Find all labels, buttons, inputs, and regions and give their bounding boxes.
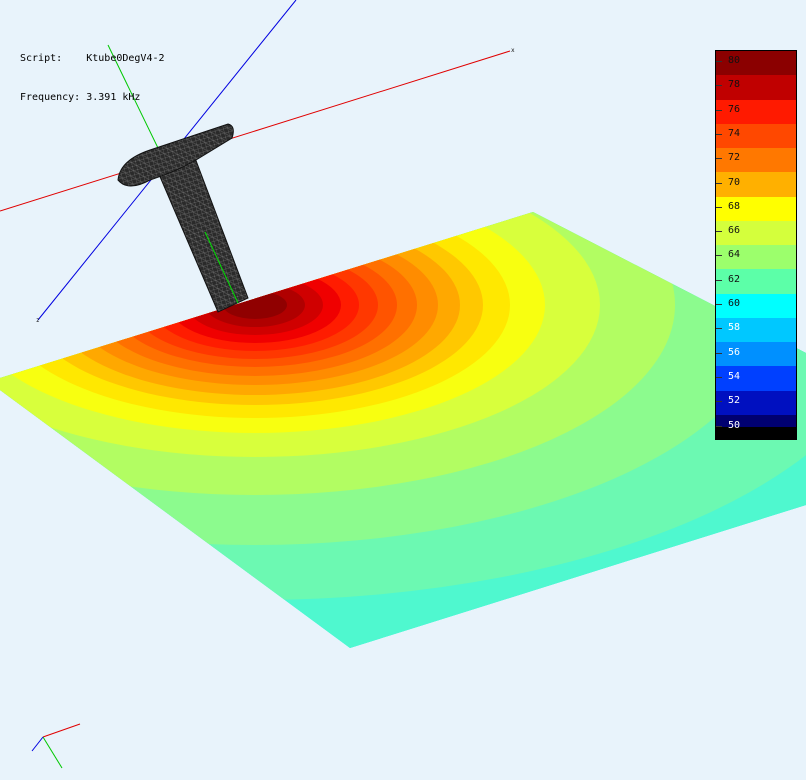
colorbar-tick [716,401,722,403]
colorbar-tick [716,158,722,160]
axis-label-z: z [36,317,40,324]
colorbar-tick [716,133,722,135]
colorbar-tick [716,255,722,257]
colorbar-label: 72 [728,152,741,164]
colorbar-label: 62 [728,273,741,285]
colorbar-label: 80 [728,55,741,66]
colorbar-label: 68 [728,200,741,212]
colorbar-tick [716,61,722,62]
colorbar-label: 66 [728,225,741,237]
script-label: Script: [20,53,63,64]
colorbar-label: 58 [728,322,741,334]
colorbar-legend: 80 78 76 74 72 70 68 66 64 62 60 58 56 54 52 50 [715,50,797,440]
frequency-row: Frequency: 3.391 kHz [20,91,165,104]
colorbar-tick [716,231,722,233]
info-overlay: Script: Ktube0DegV4-2 Frequency: 3.391 k… [20,26,165,130]
tube-model[interactable] [117,123,249,313]
colorbar-tick [716,425,722,427]
colorbar-tick [716,182,722,184]
colorbar-tick [716,376,722,378]
colorbar-tick [716,109,722,111]
frequency-label: Frequency: [20,92,81,103]
colorbar-label: 52 [728,395,741,407]
colorbar-tick [716,206,722,208]
colorbar-label: 78 [728,79,741,91]
colorbar-label: 76 [728,103,741,115]
colorbar-label: 54 [728,370,741,382]
colorbar-label: 56 [728,346,741,358]
colorbar-tick [716,304,722,305]
colorbar-tick [716,85,722,87]
axis-label-x: x [511,47,515,54]
colorbar-bands: 80 78 76 74 72 70 68 66 64 62 60 58 56 54 52 50 [716,51,796,439]
colorbar-tick [716,352,722,354]
3d-viewport[interactable]: x z Script: Ktube0DegV4-2 Frequency: 3.3… [0,0,806,780]
tube-stem [154,149,249,313]
colorbar-label: 64 [728,249,741,261]
colorbar-label: 70 [728,176,741,188]
colorbar-tick [716,279,722,281]
colorbar-label: 60 [728,298,741,309]
colorbar-tick [716,328,722,330]
orientation-triad [31,723,81,769]
frequency-value: 3.391 kHz [86,92,141,103]
colorbar-label: 74 [728,127,741,139]
colorbar-label: 50 [728,419,741,431]
script-row: Script: Ktube0DegV4-2 [20,52,165,65]
script-value: Ktube0DegV4-2 [86,53,165,64]
